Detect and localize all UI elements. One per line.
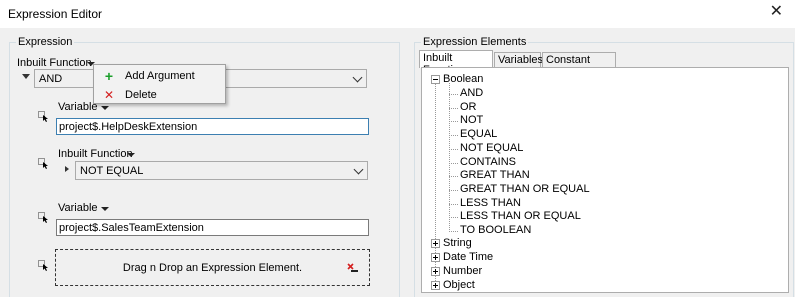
tab-inbuilt-functions[interactable]: Inbuilt Functions [419,50,493,76]
remove-element-icon[interactable] [347,263,359,274]
tree-node-string[interactable]: String [443,237,472,249]
tree-branch-line [449,189,458,191]
menu-item-label: Add Argument [125,70,195,82]
tree-node-boolean-function[interactable]: TO BOOLEAN [460,224,531,236]
variable-input-3[interactable]: project$.SalesTeamExtension [56,219,369,236]
expand-arrow-icon[interactable] [65,166,69,172]
tree-node-number[interactable]: Number [443,265,482,277]
tree-node-date-time[interactable]: Date Time [443,251,493,263]
tree-branch-line [449,162,458,164]
title-bar: Expression Editor ✕ [0,0,795,28]
chevron-down-icon [352,72,363,83]
context-menu: + Add Argument ✕ Delete [93,64,226,104]
function-caption-2: Inbuilt Function [58,148,133,160]
tree-branch-line [449,107,458,109]
expression-dropzone[interactable]: Drag n Drop an Expression Element. [55,249,370,286]
tree-branch-line [449,148,458,150]
tree-node-boolean-function[interactable]: LESS THAN [460,197,521,209]
drag-handle-icon[interactable] [38,212,49,223]
tree-node-boolean-function[interactable]: GREAT THAN [460,169,530,181]
elements-tree: Boolean AND OR NOT EQUAL NOT EQUAL CONTAINS GR… [421,67,789,293]
expression-elements-title: Expression Elements [421,36,529,48]
tree-branch-line [449,135,458,137]
function-value-2: NOT EQUAL [80,165,144,177]
expression-editor-window: Expression Editor ✕ Expression Inbuilt F… [0,0,795,297]
expand-node-icon[interactable] [431,239,440,248]
red-x-icon: ✕ [103,88,115,102]
tree-node-boolean-function[interactable]: CONTAINS [460,156,516,168]
collapse-node-icon[interactable] [431,75,440,84]
tree-branch-line [449,231,458,232]
menu-item-add-argument[interactable]: + Add Argument [96,67,224,85]
tab-variables[interactable]: Variables [494,52,543,67]
tree-branch-line [449,176,458,178]
tree-node-boolean-function[interactable]: OR [460,101,477,113]
tab-constant-values[interactable]: Constant Values [542,52,616,78]
function-dropdown-icon-2[interactable] [127,153,135,157]
variable-value-1: project$.HelpDeskExtension [59,121,198,133]
tree-node-boolean-function[interactable]: GREAT THAN OR EQUAL [460,183,590,195]
expression-group-title: Expression [16,36,75,48]
menu-item-delete[interactable]: ✕ Delete [96,86,224,104]
drag-handle-icon[interactable] [38,260,49,271]
drag-handle-icon[interactable] [38,111,49,122]
root-function-caption: Inbuilt Function [17,57,92,69]
tree-node-boolean-function[interactable]: AND [460,87,483,99]
drag-handle-icon[interactable] [38,158,49,169]
window-title: Expression Editor [8,7,103,21]
tree-node-boolean-function[interactable]: LESS THAN OR EQUAL [460,210,581,222]
chevron-down-icon [353,164,364,175]
tree-node-boolean[interactable]: Boolean [443,73,483,85]
tree-branch-line [449,121,458,123]
function-select-2[interactable]: NOT EQUAL [75,161,368,180]
tree-node-boolean-function[interactable]: NOT [460,114,483,126]
root-function-value: AND [39,73,63,85]
menu-item-label: Delete [125,89,157,101]
variable-dropdown-icon-1[interactable] [101,106,109,110]
tree-node-boolean-function[interactable]: EQUAL [460,128,497,140]
variable-dropdown-icon-3[interactable] [101,207,109,211]
dropzone-label: Drag n Drop an Expression Element. [122,262,303,274]
tree-node-object[interactable]: Object [443,279,475,291]
variable-caption-3: Variable [58,202,98,214]
expand-node-icon[interactable] [431,253,440,262]
plus-icon: + [104,68,114,84]
collapse-arrow-icon[interactable] [22,74,30,79]
expand-node-icon[interactable] [431,267,440,276]
tree-guide-line [449,83,450,230]
close-icon[interactable]: ✕ [770,4,783,20]
tree-branch-line [449,217,458,219]
expand-node-icon[interactable] [431,281,440,290]
variable-input-1[interactable]: project$.HelpDeskExtension [56,118,369,135]
variable-value-3: project$.SalesTeamExtension [59,222,204,234]
tree-branch-line [449,94,458,95]
tree-node-boolean-function[interactable]: NOT EQUAL [460,142,523,154]
tree-branch-line [449,203,458,205]
variable-caption-1: Variable [58,101,98,113]
